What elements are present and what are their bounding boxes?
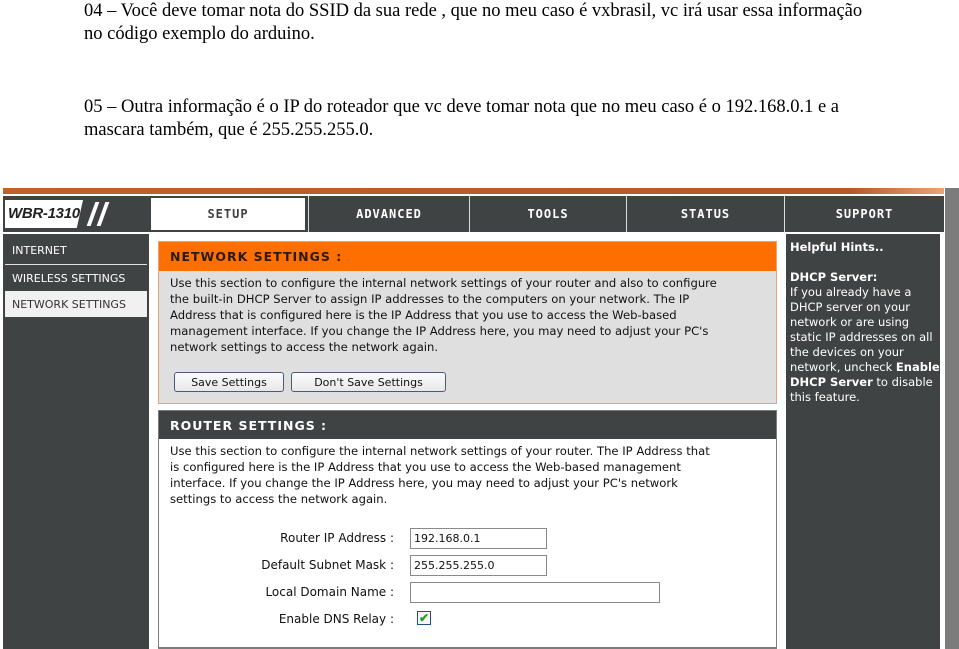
router-ip-label: Router IP Address : — [280, 531, 394, 545]
router-settings-description: Use this section to configure the intern… — [170, 444, 710, 506]
network-settings-description: Use this section to configure the intern… — [170, 276, 717, 354]
sidebar-item-network-settings[interactable]: NETWORK SETTINGS — [5, 291, 147, 317]
model-logo: WBR-1310 — [5, 200, 147, 228]
save-settings-button[interactable]: Save Settings — [174, 372, 284, 392]
router-ip-row: Router IP Address : — [159, 527, 776, 549]
helpful-hints-panel: Helpful Hints.. DHCP Server: If you alre… — [786, 232, 940, 649]
dns-relay-row: Enable DNS Relay : ✔ — [159, 608, 776, 630]
paragraph-05: 05 – Outra informação é o IP do roteador… — [84, 97, 840, 140]
main-content: NETWORK SETTINGS : Use this section to c… — [149, 232, 784, 649]
hints-title: Helpful Hints.. — [790, 240, 884, 254]
sidebar: INTERNET WIRELESS SETTINGS NETWORK SETTI… — [3, 232, 149, 649]
right-border-strip — [945, 188, 959, 649]
tab-advanced[interactable]: ADVANCED — [308, 196, 469, 232]
subnet-mask-row: Default Subnet Mask : — [159, 554, 776, 576]
dont-save-settings-button[interactable]: Don't Save Settings — [291, 372, 446, 392]
tab-support[interactable]: SUPPORT — [784, 196, 944, 232]
model-name: WBR-1310 — [8, 205, 80, 222]
header-bar: WBR-1310 SETUP ADVANCED TOOLS STATUS SUP… — [3, 196, 944, 232]
tab-status[interactable]: STATUS — [626, 196, 784, 232]
paragraph-04: 04 – Você deve tomar nota do SSID da sua… — [84, 1, 863, 44]
network-settings-title: NETWORK SETTINGS : — [159, 242, 776, 271]
dns-relay-label: Enable DNS Relay : — [278, 612, 394, 626]
local-domain-label: Local Domain Name : — [265, 585, 394, 599]
local-domain-row: Local Domain Name : — [159, 581, 776, 603]
logo-slash-icon — [96, 202, 110, 226]
tab-tools[interactable]: TOOLS — [469, 196, 626, 232]
router-ip-input[interactable] — [410, 527, 547, 549]
tab-setup[interactable]: SETUP — [149, 196, 307, 232]
subnet-mask-label: Default Subnet Mask : — [261, 558, 394, 572]
subnet-mask-input[interactable] — [410, 554, 547, 576]
sidebar-item-wireless-settings[interactable]: WIRELESS SETTINGS — [5, 265, 147, 291]
dns-relay-checkbox[interactable]: ✔ — [417, 611, 431, 625]
router-screenshot: WBR-1310 SETUP ADVANCED TOOLS STATUS SUP… — [3, 188, 959, 649]
checkmark-icon: ✔ — [418, 611, 430, 625]
router-settings-panel: ROUTER SETTINGS : Use this section to co… — [158, 410, 777, 649]
hints-text: If you already have a DHCP server on you… — [790, 285, 940, 404]
local-domain-input[interactable] — [410, 581, 660, 603]
action-buttons: Save Settings Don't Save Settings — [174, 372, 446, 392]
sidebar-item-internet[interactable]: INTERNET — [5, 237, 147, 263]
hints-subtitle: DHCP Server: — [790, 270, 878, 284]
top-accent-bar — [3, 188, 944, 194]
network-settings-panel: NETWORK SETTINGS : Use this section to c… — [158, 241, 777, 404]
router-settings-title: ROUTER SETTINGS : — [159, 411, 776, 439]
